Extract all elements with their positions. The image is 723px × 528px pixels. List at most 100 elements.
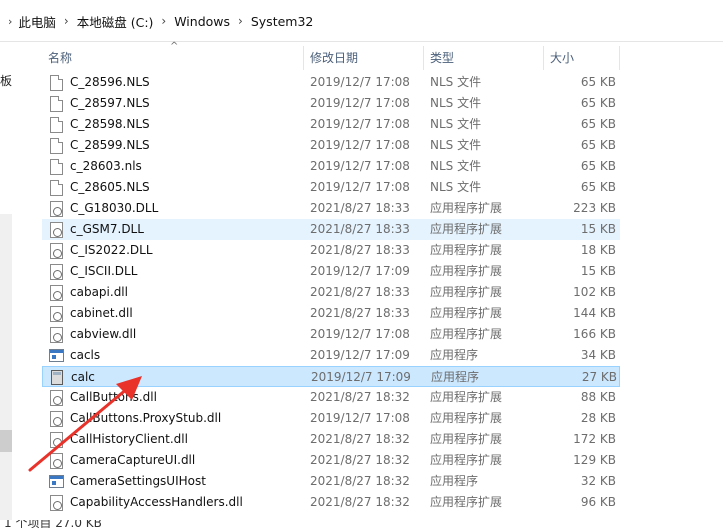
dll-icon — [50, 432, 63, 448]
file-row[interactable]: cabinet.dll 2021/8/27 18:33 应用程序扩展 144 KB — [42, 303, 620, 324]
file-name: C_28599.NLS — [70, 138, 150, 152]
chevron-right-icon[interactable]: › — [8, 15, 12, 28]
file-row[interactable]: cabapi.dll 2021/8/27 18:33 应用程序扩展 102 KB — [42, 282, 620, 303]
status-bar: 1 个项目 27.0 KB — [0, 520, 723, 528]
chevron-right-icon[interactable]: › — [64, 14, 69, 28]
file-type: 应用程序扩展 — [430, 432, 503, 446]
dll-icon — [50, 411, 63, 427]
file-type: 应用程序扩展 — [430, 327, 503, 341]
dll-icon — [50, 285, 63, 301]
file-row[interactable]: C_28597.NLS 2019/12/7 17:08 NLS 文件 65 KB — [42, 93, 620, 114]
file-modified-date: 2019/12/7 17:09 — [310, 348, 410, 362]
file-name: C_28596.NLS — [70, 75, 150, 89]
file-name: cabview.dll — [70, 327, 137, 341]
file-size: 96 KB — [580, 495, 616, 509]
file-name: cabinet.dll — [70, 306, 133, 320]
file-size: 18 KB — [580, 243, 616, 257]
breadcrumb-item-this-pc[interactable]: 此电脑 — [18, 12, 56, 31]
file-size: 88 KB — [580, 390, 616, 404]
status-text: 1 个项目 27.0 KB — [4, 520, 102, 528]
file-modified-date: 2021/8/27 18:33 — [310, 285, 410, 299]
file-row[interactable]: C_28598.NLS 2019/12/7 17:08 NLS 文件 65 KB — [42, 114, 620, 135]
file-icon — [50, 180, 63, 196]
file-size: 144 KB — [573, 306, 616, 320]
column-header-name[interactable]: 名称 — [42, 46, 304, 70]
file-name: cacls — [70, 348, 101, 362]
file-modified-date: 2021/8/27 18:32 — [310, 453, 410, 467]
address-bar[interactable]: › 此电脑 › 本地磁盘 (C:) › Windows › System32 — [0, 0, 723, 42]
file-type: 应用程序 — [430, 348, 479, 362]
dll-icon — [50, 243, 63, 259]
nav-item-label[interactable]: 板 — [0, 72, 12, 89]
file-type: 应用程序扩展 — [430, 306, 503, 320]
file-type: 应用程序扩展 — [430, 201, 503, 215]
column-header-date[interactable]: 修改日期 — [304, 46, 424, 70]
file-type: 应用程序 — [430, 474, 479, 488]
file-type: 应用程序扩展 — [430, 453, 503, 467]
file-row[interactable]: c_GSM7.DLL 2021/8/27 18:33 应用程序扩展 15 KB — [42, 219, 620, 240]
file-type: 应用程序扩展 — [430, 495, 503, 509]
file-name: C_G18030.DLL — [70, 201, 159, 215]
file-size: 32 KB — [580, 474, 616, 488]
file-type: NLS 文件 — [430, 75, 482, 89]
file-row[interactable]: calc 2019/12/7 17:09 应用程序 27 KB — [42, 366, 620, 387]
breadcrumb-item-windows[interactable]: Windows — [174, 14, 230, 29]
dll-icon — [50, 390, 63, 406]
file-row[interactable]: CameraCaptureUI.dll 2021/8/27 18:32 应用程序扩展… — [42, 450, 620, 471]
file-modified-date: 2021/8/27 18:32 — [310, 432, 410, 446]
navigation-pane: 板 — [0, 42, 12, 528]
dll-icon — [50, 264, 63, 280]
chevron-right-icon[interactable]: › — [161, 14, 166, 28]
file-type: 应用程序扩展 — [430, 243, 503, 257]
file-row[interactable]: C_28599.NLS 2019/12/7 17:08 NLS 文件 65 KB — [42, 135, 620, 156]
dll-icon — [50, 327, 63, 343]
file-row[interactable]: cacls 2019/12/7 17:09 应用程序 34 KB — [42, 345, 620, 366]
file-row[interactable]: C_IS2022.DLL 2021/8/27 18:33 应用程序扩展 18 KB — [42, 240, 620, 261]
file-size: 129 KB — [573, 453, 616, 467]
file-modified-date: 2021/8/27 18:32 — [310, 474, 410, 488]
breadcrumb-item-local-disk[interactable]: 本地磁盘 (C:) — [77, 12, 154, 31]
file-name: c_28603.nls — [70, 159, 142, 173]
file-type: 应用程序扩展 — [430, 390, 503, 404]
file-modified-date: 2019/12/7 17:09 — [310, 264, 410, 278]
file-name: CapabilityAccessHandlers.dll — [70, 495, 243, 509]
file-row[interactable]: C_28605.NLS 2019/12/7 17:08 NLS 文件 65 KB — [42, 177, 620, 198]
file-size: 28 KB — [580, 411, 616, 425]
file-row[interactable]: C_ISCII.DLL 2019/12/7 17:09 应用程序扩展 15 KB — [42, 261, 620, 282]
file-row[interactable]: CallButtons.dll 2021/8/27 18:32 应用程序扩展 88 K… — [42, 387, 620, 408]
file-row[interactable]: CapabilityAccessHandlers.dll 2021/8/27 18… — [42, 492, 620, 513]
exe-icon — [49, 475, 64, 488]
file-size: 102 KB — [573, 285, 616, 299]
file-modified-date: 2019/12/7 17:08 — [310, 96, 410, 110]
file-row[interactable]: CameraSettingsUIHost 2021/8/27 18:32 应用程序 3… — [42, 471, 620, 492]
file-modified-date: 2019/12/7 17:08 — [310, 75, 410, 89]
file-name: C_28597.NLS — [70, 96, 150, 110]
column-header-size[interactable]: 大小 — [544, 46, 620, 70]
file-name: C_28598.NLS — [70, 117, 150, 131]
file-icon — [50, 117, 63, 133]
file-modified-date: 2019/12/7 17:08 — [310, 411, 410, 425]
file-size: 65 KB — [580, 117, 616, 131]
file-modified-date: 2019/12/7 17:09 — [311, 370, 411, 384]
file-row[interactable]: CallButtons.ProxyStub.dll 2019/12/7 17:08… — [42, 408, 620, 429]
file-modified-date: 2021/8/27 18:33 — [310, 201, 410, 215]
file-row[interactable]: c_28603.nls 2019/12/7 17:08 NLS 文件 65 KB — [42, 156, 620, 177]
column-header-type[interactable]: 类型 — [424, 46, 544, 70]
file-modified-date: 2019/12/7 17:08 — [310, 159, 410, 173]
exe-icon — [49, 349, 64, 362]
file-row[interactable]: C_G18030.DLL 2021/8/27 18:33 应用程序扩展 223 KB — [42, 198, 620, 219]
nav-scrollbar[interactable] — [0, 214, 12, 528]
breadcrumb-item-system32[interactable]: System32 — [251, 14, 314, 29]
file-modified-date: 2019/12/7 17:08 — [310, 180, 410, 194]
file-size: 65 KB — [580, 159, 616, 173]
file-row[interactable]: C_28596.NLS 2019/12/7 17:08 NLS 文件 65 KB — [42, 72, 620, 93]
file-row[interactable]: CallHistoryClient.dll 2021/8/27 18:32 应用程序… — [42, 429, 620, 450]
file-name: CallHistoryClient.dll — [70, 432, 188, 446]
file-name: c_GSM7.DLL — [70, 222, 144, 236]
nav-scrollbar-thumb[interactable] — [0, 430, 12, 452]
file-row[interactable]: cabview.dll 2019/12/7 17:08 应用程序扩展 166 KB — [42, 324, 620, 345]
chevron-right-icon[interactable]: › — [238, 14, 243, 28]
file-size: 15 KB — [580, 264, 616, 278]
file-name: CameraSettingsUIHost — [70, 474, 206, 488]
file-type: NLS 文件 — [430, 96, 482, 110]
